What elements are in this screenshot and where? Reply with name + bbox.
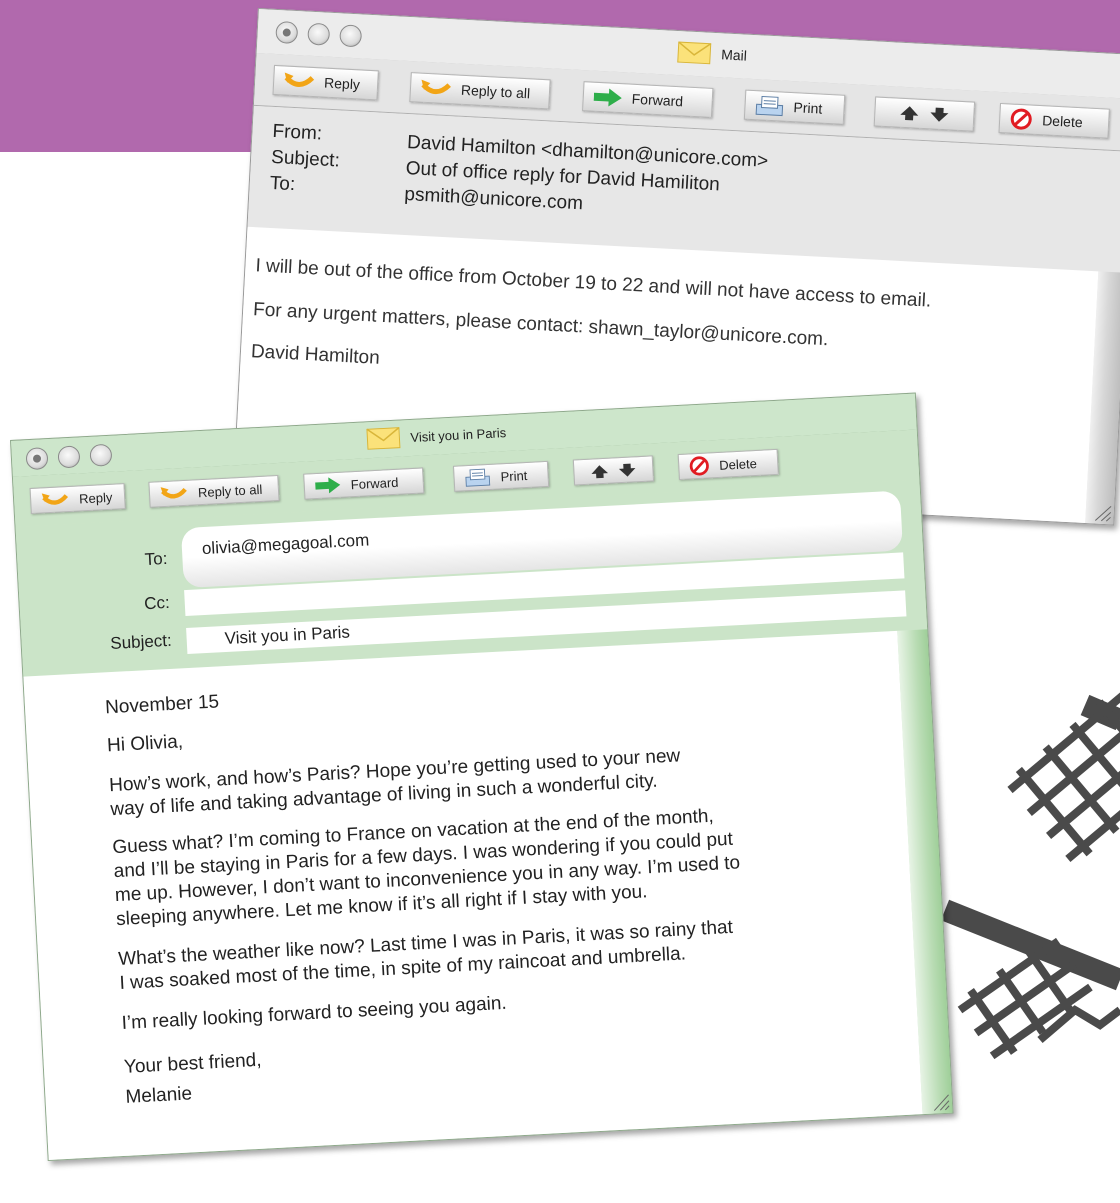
letter-date: November 15 (104, 691, 220, 719)
delete-button[interactable]: Delete (998, 102, 1110, 139)
reply-button[interactable]: Reply (29, 483, 126, 515)
to-value: psmith@unicore.com (403, 183, 584, 215)
paragraph-2: Guess what? I’m coming to France on vaca… (112, 803, 742, 932)
resize-grip-icon[interactable] (929, 1091, 950, 1112)
letter-closing: Your best friend, (123, 1049, 263, 1078)
compose-mail-window: Visit you in Paris Reply Reply to all Fo… (10, 392, 954, 1162)
reply-all-label: Reply to all (197, 481, 263, 500)
delete-prohibited-icon (1010, 108, 1032, 130)
forward-label: Forward (631, 90, 684, 110)
reply-all-arrow-icon (160, 487, 187, 499)
message-body[interactable]: November 15 Hi Olivia, How’s work, and h… (23, 630, 923, 1160)
print-label: Print (500, 467, 528, 484)
subject-label: Subject: (270, 146, 341, 172)
zoom-window-button[interactable] (89, 443, 113, 467)
to-label: To: (144, 548, 168, 570)
minimize-window-button[interactable] (57, 445, 81, 469)
letter-greeting: Hi Olivia, (106, 731, 184, 757)
reply-label: Reply (323, 74, 361, 93)
print-button[interactable]: Print (743, 89, 846, 125)
print-button[interactable]: Print (452, 460, 550, 492)
minimize-window-button[interactable] (307, 22, 331, 46)
envelope-icon (366, 427, 401, 450)
delete-prohibited-icon (689, 456, 709, 476)
window-title: Mail (677, 41, 748, 67)
print-label: Print (793, 99, 823, 117)
subject-field-value: Visit you in Paris (224, 622, 351, 649)
delete-label: Delete (1041, 112, 1084, 131)
up-down-arrows-icon (900, 106, 949, 122)
cc-label: Cc: (143, 592, 171, 614)
letter-signature: Melanie (125, 1083, 193, 1108)
previous-next-buttons[interactable] (873, 96, 976, 132)
reply-label: Reply (78, 489, 113, 506)
window-title-text: Mail (720, 46, 748, 64)
close-window-button[interactable] (275, 20, 299, 45)
to-label: To: (269, 172, 296, 196)
reply-arrow-icon (41, 493, 69, 505)
forward-button[interactable]: Forward (582, 81, 714, 118)
zoom-window-button[interactable] (339, 24, 363, 48)
resize-grip-icon[interactable] (1091, 501, 1112, 522)
previous-next-buttons[interactable] (572, 455, 655, 486)
forward-button[interactable]: Forward (303, 467, 425, 500)
envelope-icon (677, 41, 712, 65)
paragraph-3: What’s the weather like now? Last time I… (118, 916, 735, 996)
reply-arrow-icon (284, 72, 315, 87)
window-controls (25, 443, 113, 471)
forward-arrow-icon (315, 477, 341, 494)
window-controls (275, 20, 363, 48)
reply-all-arrow-icon (421, 79, 451, 95)
subject-label: Subject: (109, 630, 173, 654)
close-window-button[interactable] (25, 447, 49, 471)
reply-all-label: Reply to all (460, 81, 531, 102)
from-label: From: (272, 120, 323, 145)
reply-all-button[interactable]: Reply to all (409, 72, 551, 110)
printer-icon (755, 95, 784, 117)
delete-button[interactable]: Delete (677, 448, 779, 481)
reply-all-button[interactable]: Reply to all (148, 475, 280, 508)
paragraph-4: I’m really looking forward to seeing you… (121, 992, 508, 1034)
window-title-text: Visit you in Paris (410, 424, 507, 445)
reply-button[interactable]: Reply (272, 64, 379, 101)
body-line: For any urgent matters, please contact: … (252, 299, 829, 351)
window-title: Visit you in Paris (366, 421, 507, 450)
body-line: David Hamilton (250, 341, 381, 369)
delete-label: Delete (718, 455, 758, 473)
forward-arrow-icon (593, 88, 622, 107)
forward-label: Forward (350, 474, 399, 492)
to-field-value: olivia@megagoal.com (201, 530, 370, 559)
printer-icon (465, 468, 491, 487)
up-down-arrows-icon (591, 463, 636, 478)
